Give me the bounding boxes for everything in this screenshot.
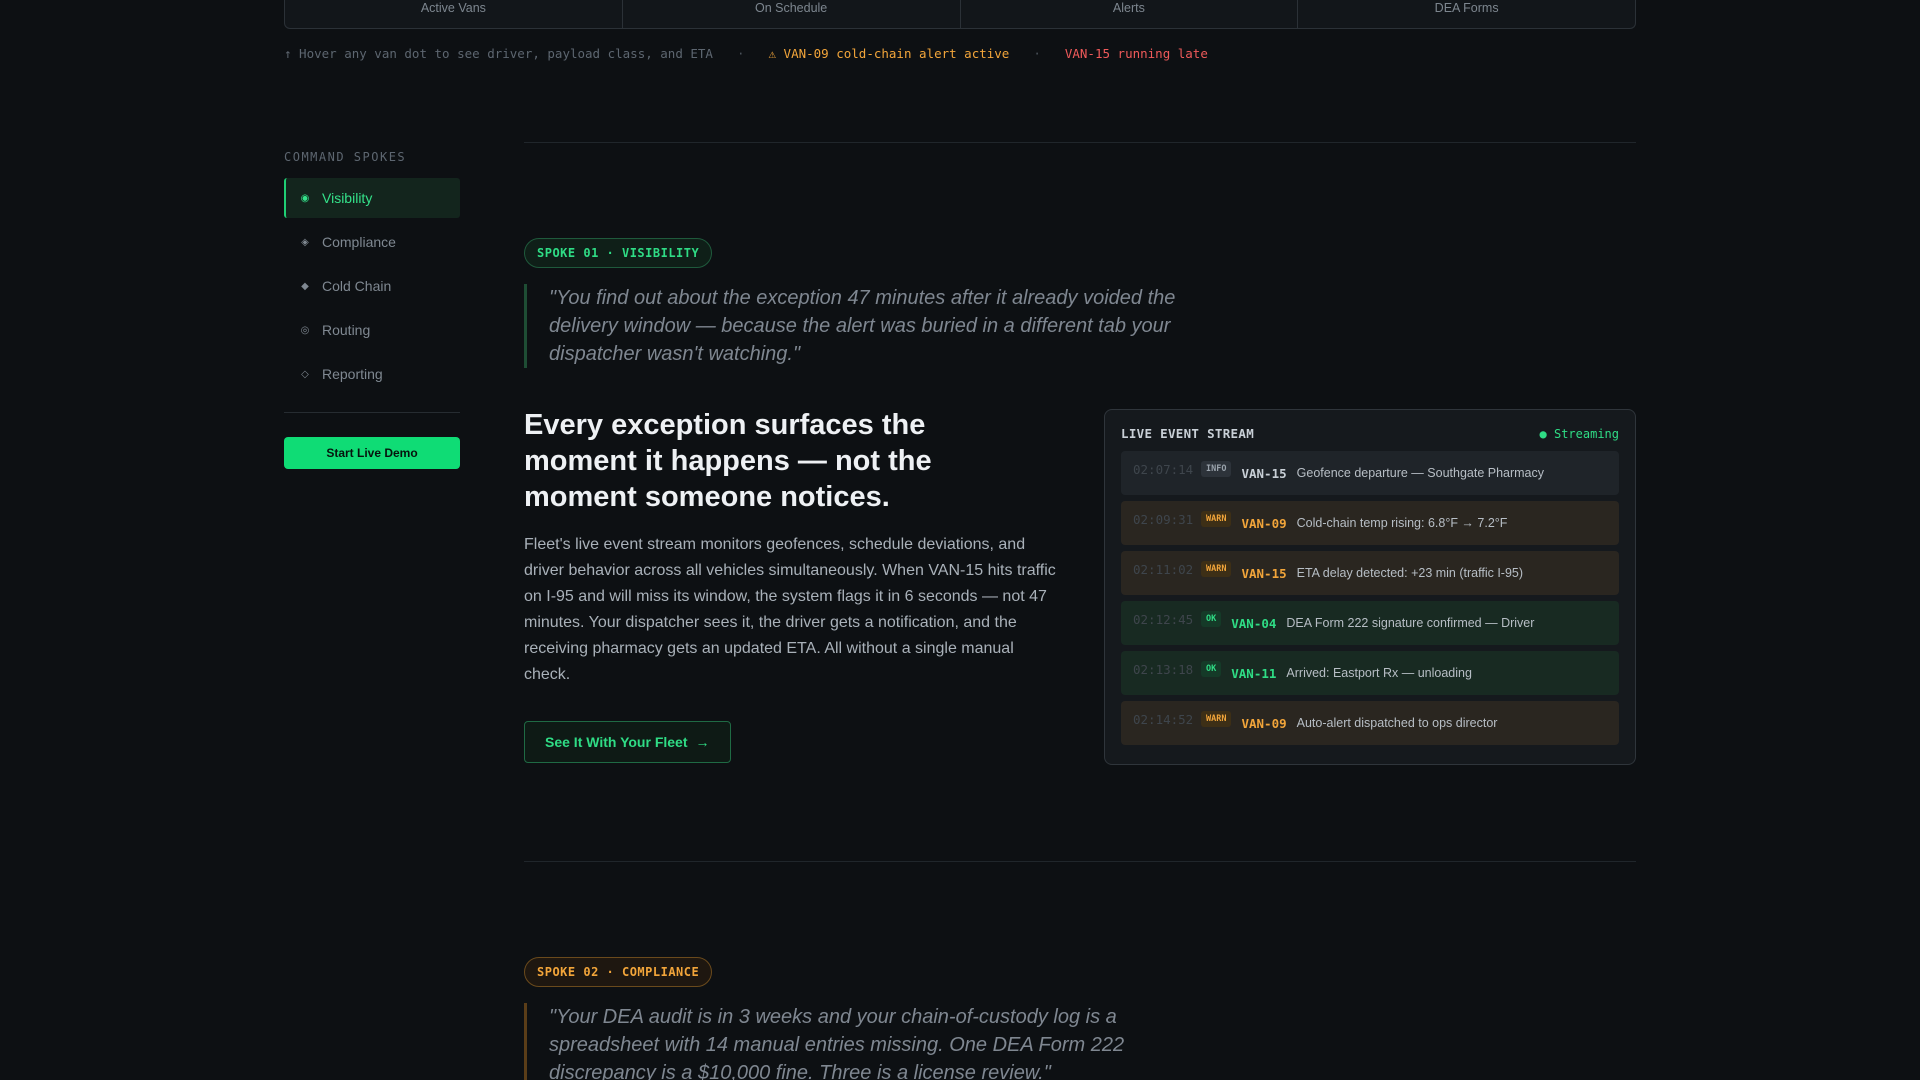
event-message: DEA Form 222 signature confirmed — Drive… bbox=[1286, 616, 1535, 630]
event-time: 02:12:45 bbox=[1133, 611, 1194, 627]
event-time: 02:14:52 bbox=[1133, 711, 1194, 727]
event-message: Arrived: Eastport Rx — unloading bbox=[1286, 666, 1472, 680]
sidebar-item-visibility[interactable]: ◉ Visibility bbox=[284, 178, 460, 218]
event-row[interactable]: 02:11:02 WARN VAN-15 ETA delay detected: +2… bbox=[1121, 551, 1619, 595]
event-level-badge: WARN bbox=[1201, 711, 1232, 727]
sidebar-item-label: Cold Chain bbox=[322, 278, 392, 294]
event-row[interactable]: 02:07:14 INFO VAN-15 Geofence departure — S… bbox=[1121, 451, 1619, 495]
event-van-id: VAN-09 bbox=[1241, 715, 1287, 731]
stream-title: LIVE EVENT STREAM bbox=[1121, 426, 1255, 441]
event-level-badge: WARN bbox=[1201, 511, 1232, 527]
event-row[interactable]: 02:14:52 WARN VAN-09 Auto-alert dispatched … bbox=[1121, 701, 1619, 745]
tab-dea-forms[interactable]: DEA Forms bbox=[1298, 0, 1635, 28]
event-level-badge: OK bbox=[1201, 611, 1222, 627]
sidebar-item-label: Routing bbox=[322, 322, 371, 338]
event-level-badge: INFO bbox=[1201, 461, 1232, 477]
hover-hint: ↑ Hover any van dot to see driver, paylo… bbox=[284, 46, 713, 61]
sidebar-item-reporting[interactable]: ◇ Reporting bbox=[284, 354, 460, 394]
spoke-02-quote: "Your DEA audit is in 3 weeks and your c… bbox=[524, 1003, 1184, 1080]
event-van-id: VAN-15 bbox=[1241, 465, 1287, 481]
event-van-id: VAN-15 bbox=[1241, 565, 1287, 581]
sidebar-item-compliance[interactable]: ◈ Compliance bbox=[284, 222, 460, 262]
arrow-right-icon: → bbox=[695, 734, 710, 750]
event-time: 02:09:31 bbox=[1133, 511, 1194, 527]
cold-chain-alert[interactable]: ⚠ VAN-09 cold-chain alert active bbox=[769, 46, 1010, 61]
compliance-icon: ◈ bbox=[301, 236, 309, 248]
routing-icon: ◎ bbox=[300, 324, 310, 336]
tab-active-vans[interactable]: Active Vans bbox=[285, 0, 623, 28]
event-list: 02:07:14 INFO VAN-15 Geofence departure — S… bbox=[1121, 451, 1619, 745]
live-event-stream-panel: LIVE EVENT STREAM ● Streaming 02:07:14 IN… bbox=[1104, 409, 1636, 765]
section-divider bbox=[524, 142, 1636, 143]
event-van-id: VAN-04 bbox=[1231, 615, 1277, 631]
cta-label: See It With Your Fleet bbox=[545, 734, 688, 750]
separator: · bbox=[736, 46, 745, 61]
hint-bar: ↑ Hover any van dot to see driver, paylo… bbox=[284, 46, 1208, 61]
start-live-demo-button[interactable]: Start Live Demo bbox=[284, 437, 460, 469]
spoke-01-body: Fleet's live event stream monitors geofe… bbox=[524, 536, 1056, 683]
tab-on-schedule[interactable]: On Schedule bbox=[623, 0, 961, 28]
event-row[interactable]: 02:12:45 OK VAN-04 DEA Form 222 signature c… bbox=[1121, 601, 1619, 645]
sidebar-item-cold-chain[interactable]: ◆ Cold Chain bbox=[284, 266, 460, 306]
spoke-01-quote: "You find out about the exception 47 min… bbox=[524, 284, 1184, 368]
reporting-icon: ◇ bbox=[301, 368, 309, 380]
event-message: Cold-chain temp rising: 6.8°F → 7.2°F bbox=[1296, 516, 1508, 530]
event-van-id: VAN-11 bbox=[1231, 665, 1277, 681]
sidebar-item-label: Visibility bbox=[322, 190, 373, 206]
top-tab-bar: Active Vans On Schedule Alerts DEA Forms bbox=[284, 0, 1636, 29]
visibility-icon: ◉ bbox=[300, 192, 310, 204]
streaming-status: ● Streaming bbox=[1539, 426, 1619, 441]
event-level-badge: WARN bbox=[1201, 561, 1232, 577]
sidebar-divider bbox=[284, 412, 460, 413]
event-message: Auto-alert dispatched to ops director bbox=[1296, 716, 1498, 730]
late-alert[interactable]: VAN-15 running late bbox=[1065, 46, 1208, 61]
separator: · bbox=[1033, 46, 1041, 61]
sidebar-item-label: Compliance bbox=[322, 234, 396, 250]
event-time: 02:13:18 bbox=[1133, 661, 1194, 677]
spoke-01-pill: SPOKE 01 · VISIBILITY bbox=[524, 238, 713, 268]
event-time: 02:11:02 bbox=[1133, 561, 1194, 577]
event-row[interactable]: 02:09:31 WARN VAN-09 Cold-chain temp rising… bbox=[1121, 501, 1619, 545]
event-van-id: VAN-09 bbox=[1241, 515, 1287, 531]
sidebar: COMMAND SPOKES ◉ Visibility ◈ Compliance… bbox=[284, 150, 460, 469]
spoke-02-pill: SPOKE 02 · COMPLIANCE bbox=[524, 957, 713, 987]
event-message: ETA delay detected: +23 min (traffic I-9… bbox=[1296, 566, 1524, 580]
sidebar-item-routing[interactable]: ◎ Routing bbox=[284, 310, 460, 350]
event-row[interactable]: 02:13:18 OK VAN-11 Arrived: Eastport Rx — u… bbox=[1121, 651, 1619, 695]
event-time: 02:07:14 bbox=[1133, 461, 1194, 477]
sidebar-item-label: Reporting bbox=[322, 366, 383, 382]
event-message: Geofence departure — Southgate Pharmacy bbox=[1296, 466, 1545, 480]
tab-alerts[interactable]: Alerts bbox=[961, 0, 1299, 28]
see-it-with-your-fleet-button[interactable]: See It With Your Fleet → bbox=[524, 721, 731, 763]
sidebar-title: COMMAND SPOKES bbox=[284, 150, 407, 164]
section-divider bbox=[524, 861, 1636, 862]
cold-chain-icon: ◆ bbox=[301, 280, 309, 292]
spoke-01-headline: Every exception surfaces the moment it h… bbox=[524, 409, 932, 513]
event-level-badge: OK bbox=[1201, 661, 1222, 677]
